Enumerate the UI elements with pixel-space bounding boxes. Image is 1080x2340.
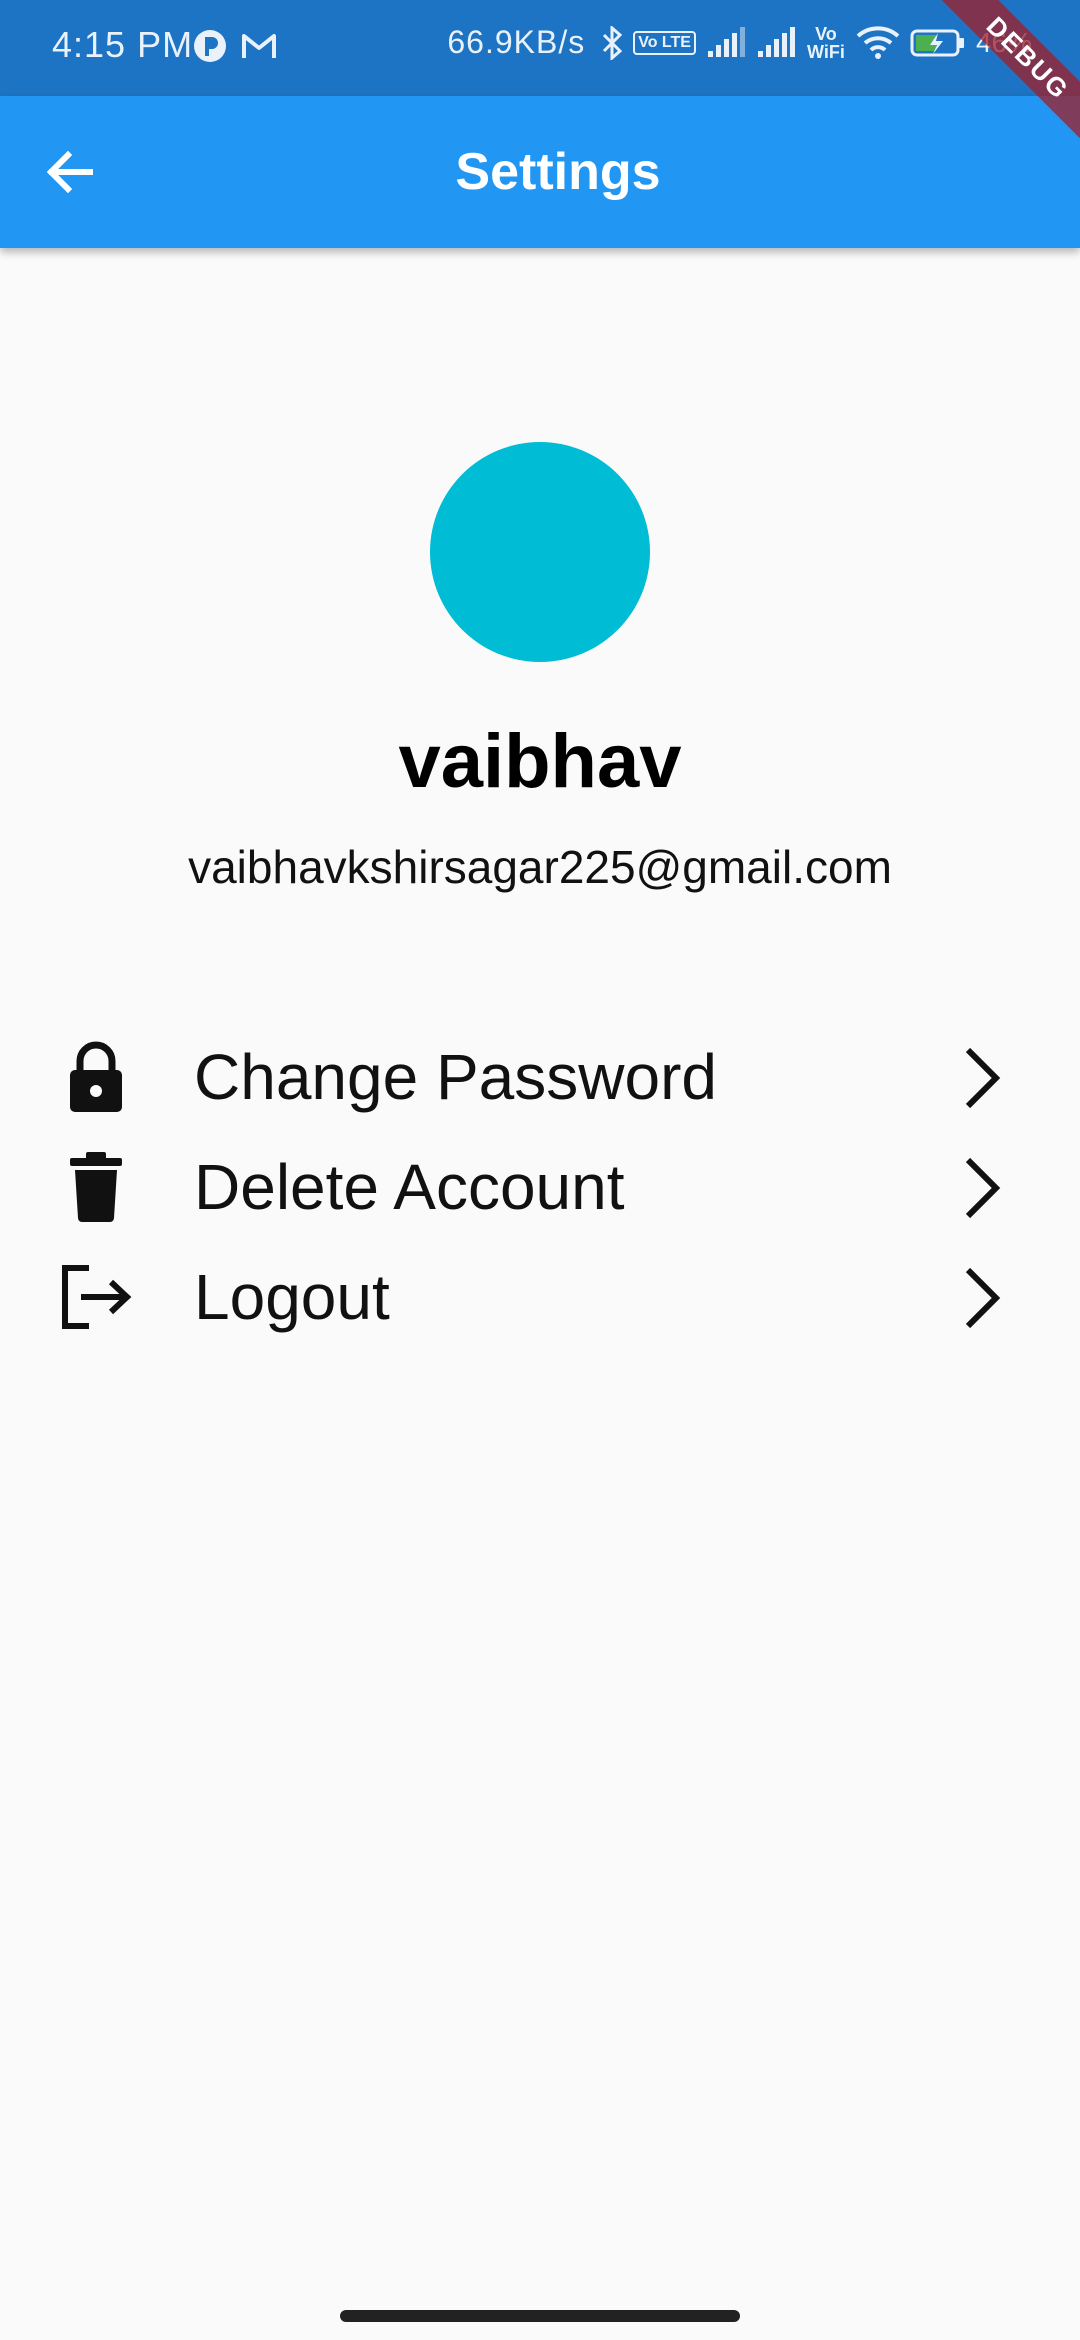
profile-name: vaibhav	[398, 719, 682, 804]
vowifi-label: Vo WiFi	[807, 23, 845, 62]
logout-icon	[56, 1262, 136, 1332]
network-speed: 66.9KB/s	[447, 24, 586, 60]
notification-icons	[192, 28, 278, 64]
chevron-right-icon	[965, 1047, 1001, 1109]
chevron-right-icon	[965, 1267, 1001, 1329]
profile-email: vaibhavkshirsagar225@gmail.com	[188, 841, 892, 893]
menu-item-change-password[interactable]: Change Password	[0, 1022, 1080, 1132]
gmail-icon	[242, 34, 276, 58]
signal-icon-2	[757, 26, 795, 57]
chevron-right-icon	[965, 1157, 1001, 1219]
page-title: Settings	[455, 143, 661, 201]
menu-item-delete-account[interactable]: Delete Account	[0, 1132, 1080, 1242]
status-bar: 4:15 PM 66.9KB/s Vo LTE Vo WiFi	[0, 0, 1080, 96]
avatar	[430, 442, 650, 662]
app-bar: Settings	[0, 96, 1080, 248]
wifi-icon	[856, 25, 900, 59]
menu-item-label: Logout	[194, 1261, 390, 1333]
menu-item-label: Change Password	[194, 1041, 717, 1113]
app-notification-icon	[194, 30, 226, 62]
battery-charging-icon	[910, 29, 964, 56]
signal-icon	[707, 26, 745, 57]
status-right: 66.9KB/s Vo LTE Vo WiFi	[447, 24, 1032, 61]
trash-icon	[56, 1152, 136, 1222]
settings-menu: Change Password Delete Account Logout	[0, 1022, 1080, 1352]
menu-item-logout[interactable]: Logout	[0, 1242, 1080, 1352]
lock-icon	[56, 1041, 136, 1112]
status-time: 4:15 PM	[52, 24, 194, 65]
bluetooth-icon	[603, 25, 623, 60]
home-indicator[interactable]	[340, 2310, 740, 2322]
volte-badge: Vo LTE	[633, 30, 696, 55]
menu-item-label: Delete Account	[194, 1151, 625, 1223]
